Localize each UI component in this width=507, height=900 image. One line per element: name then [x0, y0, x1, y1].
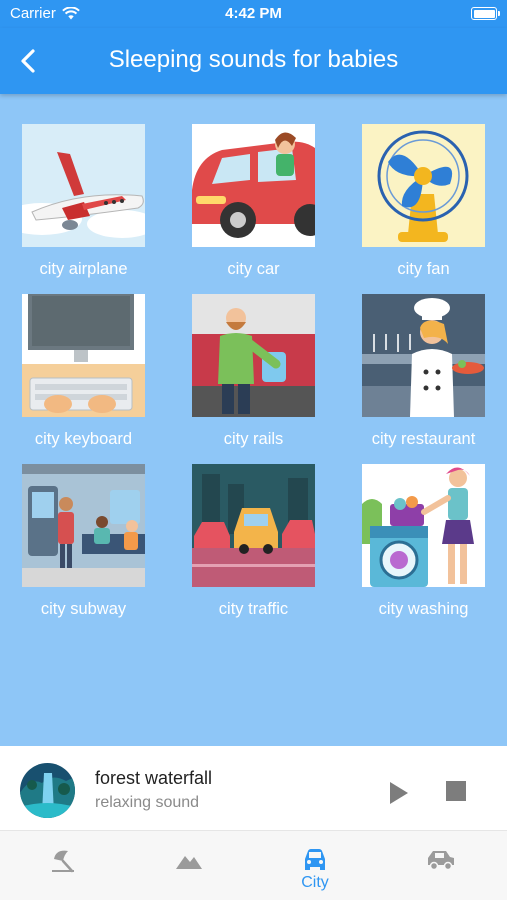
fan-thumbnail — [362, 124, 485, 247]
sound-tile-city-fan[interactable]: city fan — [362, 124, 485, 278]
sound-tile-city-restaurant[interactable]: city restaurant — [362, 294, 485, 448]
tab-city-label: City — [301, 874, 329, 891]
tab-city[interactable]: City — [252, 831, 378, 900]
tile-label: city subway — [40, 600, 127, 618]
page-title: Sleeping sounds for babies — [108, 46, 399, 73]
now-playing-title: forest waterfall — [95, 768, 213, 788]
album-art — [20, 763, 75, 818]
traffic-thumbnail — [192, 464, 315, 587]
play-icon — [390, 782, 408, 804]
car-icon — [305, 849, 325, 870]
app-bar: Sleeping sounds for babies — [0, 28, 507, 94]
vehicle-icon — [428, 851, 454, 871]
tile-label: city car — [227, 260, 280, 278]
tile-label: city restaurant — [371, 430, 476, 448]
airplane-thumbnail — [22, 124, 145, 247]
keyboard-thumbnail — [22, 294, 145, 417]
sound-tile-city-washing[interactable]: city washing — [362, 464, 485, 618]
mountains-icon — [176, 856, 202, 869]
tab-beach[interactable] — [0, 831, 126, 900]
now-playing-subtitle: relaxing sound — [95, 794, 200, 811]
tile-label: city washing — [378, 600, 469, 618]
tab-bar: City — [0, 830, 507, 900]
battery-icon — [471, 7, 500, 20]
umbrella-beach-icon — [52, 850, 74, 873]
tile-label: city traffic — [218, 600, 289, 618]
tile-label: city keyboard — [34, 430, 133, 448]
tile-label: city airplane — [39, 260, 128, 278]
tile-label: city fan — [397, 260, 450, 278]
stop-icon — [446, 781, 466, 801]
sound-tile-city-car[interactable]: city car — [192, 124, 315, 278]
stop-button[interactable] — [444, 779, 468, 803]
sound-tile-city-rails[interactable]: city rails — [192, 294, 315, 448]
tab-vehicles[interactable] — [378, 831, 504, 900]
tile-label: city rails — [223, 430, 284, 448]
restaurant-thumbnail — [362, 294, 485, 417]
subway-thumbnail — [22, 464, 145, 587]
tab-mountains[interactable] — [126, 831, 252, 900]
clock: 4:42 PM — [225, 5, 282, 22]
sound-tile-city-subway[interactable]: city subway — [22, 464, 145, 618]
mini-player: forest waterfall relaxing sound — [0, 746, 507, 830]
sound-tile-city-keyboard[interactable]: city keyboard — [22, 294, 145, 448]
washing-thumbnail — [362, 464, 485, 587]
rails-thumbnail — [192, 294, 315, 417]
car-thumbnail — [192, 124, 315, 247]
sound-tile-city-traffic[interactable]: city traffic — [192, 464, 315, 618]
play-button[interactable] — [384, 778, 412, 808]
sound-tile-city-airplane[interactable]: city airplane — [22, 124, 145, 278]
status-bar: Carrier 4:42 PM — [0, 0, 507, 28]
